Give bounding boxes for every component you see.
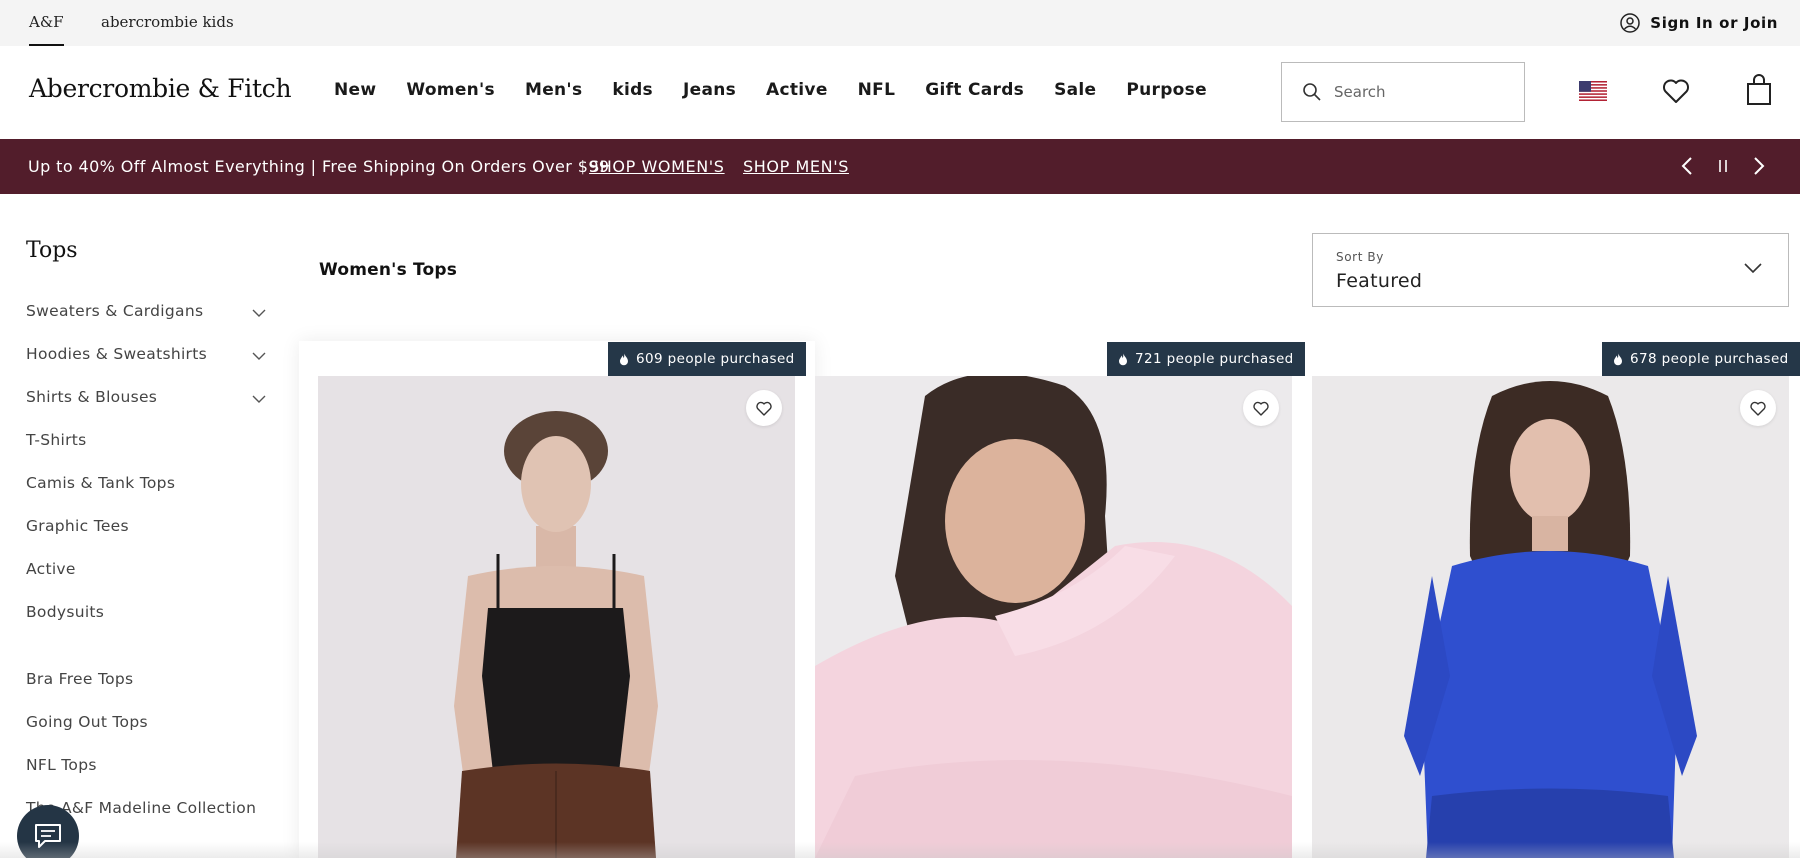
shopping-bag-icon[interactable] <box>1746 74 1772 106</box>
page-title: Women's Tops <box>319 260 458 280</box>
sort-dropdown[interactable]: Sort By Featured <box>1312 233 1789 307</box>
sidebar-title: Tops <box>26 238 78 263</box>
us-flag-icon[interactable] <box>1579 81 1607 101</box>
shop-womens-link[interactable]: SHOP WOMEN'S <box>589 157 725 176</box>
chat-button[interactable] <box>17 805 79 858</box>
nav-jeans[interactable]: Jeans <box>683 80 736 100</box>
nav-new[interactable]: New <box>334 80 376 100</box>
search-box[interactable] <box>1281 62 1525 122</box>
main-header: Abercrombie & Fitch New Women's Men's ki… <box>0 46 1800 139</box>
chevron-left-icon[interactable] <box>1680 155 1694 177</box>
category-label: Sweaters & Cardigans <box>26 302 204 320</box>
chevron-right-icon[interactable] <box>1752 155 1766 177</box>
purchase-count: 678 people purchased <box>1630 351 1789 367</box>
chevron-down-icon <box>1744 263 1762 274</box>
shop-mens-link[interactable]: SHOP MEN'S <box>743 157 849 176</box>
sign-in-label: Sign In or Join <box>1650 14 1778 32</box>
sign-in-button[interactable]: Sign In or Join <box>1620 11 1778 35</box>
main-nav: New Women's Men's kids Jeans Active NFL … <box>334 80 1207 100</box>
flame-icon <box>1119 353 1127 365</box>
promo-banner: Up to 40% Off Almost Everything | Free S… <box>0 139 1800 194</box>
sort-value: Featured <box>1336 270 1423 292</box>
nav-womens[interactable]: Women's <box>406 80 495 100</box>
wishlist-button[interactable] <box>746 390 782 426</box>
chat-icon <box>35 824 61 848</box>
nav-active[interactable]: Active <box>766 80 828 100</box>
product-card[interactable] <box>1312 376 1789 858</box>
nav-mens[interactable]: Men's <box>525 80 582 100</box>
category-hoodies-sweatshirts[interactable]: Hoodies & Sweatshirts <box>26 345 266 388</box>
category-bodysuits[interactable]: Bodysuits <box>26 603 266 646</box>
search-input[interactable] <box>1334 83 1504 101</box>
tab-af[interactable]: A&F <box>29 0 64 46</box>
category-graphic-tees[interactable]: Graphic Tees <box>26 517 266 560</box>
category-label: Hoodies & Sweatshirts <box>26 345 207 363</box>
nav-gift-cards[interactable]: Gift Cards <box>925 80 1024 100</box>
wishlist-button[interactable] <box>1740 390 1776 426</box>
product-photo-pink-top[interactable] <box>815 376 1292 858</box>
sort-label: Sort By <box>1336 250 1384 264</box>
nav-sale[interactable]: Sale <box>1054 80 1096 100</box>
chevron-down-icon[interactable] <box>252 349 266 363</box>
category-list: Sweaters & Cardigans Hoodies & Sweatshir… <box>26 302 266 842</box>
nav-kids[interactable]: kids <box>612 80 653 100</box>
product-photo-blue-tee[interactable] <box>1312 376 1789 858</box>
user-icon <box>1620 13 1641 33</box>
category-active[interactable]: Active <box>26 560 266 603</box>
pause-icon[interactable] <box>1716 155 1730 177</box>
heart-icon <box>756 401 772 416</box>
search-icon <box>1303 83 1321 101</box>
category-shirts-blouses[interactable]: Shirts & Blouses <box>26 388 266 431</box>
purchase-count: 609 people purchased <box>636 351 795 367</box>
heart-icon[interactable] <box>1662 78 1690 104</box>
product-photo-black-cami[interactable] <box>318 376 795 858</box>
purchase-badge: 721 people purchased <box>1107 342 1305 376</box>
heart-icon <box>1253 401 1269 416</box>
purchase-badge: 609 people purchased <box>608 342 806 376</box>
flame-icon <box>1614 353 1622 365</box>
category-camis-tank-tops[interactable]: Camis & Tank Tops <box>26 474 266 517</box>
tab-abercrombie-kids[interactable]: abercrombie kids <box>101 0 234 46</box>
category-going-out-tops[interactable]: Going Out Tops <box>26 713 266 756</box>
brand-logo[interactable]: Abercrombie & Fitch <box>29 74 292 103</box>
heart-icon <box>1750 401 1766 416</box>
chevron-down-icon[interactable] <box>252 306 266 320</box>
category-sweaters-cardigans[interactable]: Sweaters & Cardigans <box>26 302 266 345</box>
category-bra-free-tops[interactable]: Bra Free Tops <box>26 670 266 713</box>
category-label: Shirts & Blouses <box>26 388 158 406</box>
promo-text: Up to 40% Off Almost Everything | Free S… <box>28 157 610 176</box>
chevron-down-icon[interactable] <box>252 392 266 406</box>
nav-nfl[interactable]: NFL <box>858 80 896 100</box>
category-t-shirts[interactable]: T-Shirts <box>26 431 266 474</box>
wishlist-button[interactable] <box>1243 390 1279 426</box>
product-card[interactable] <box>815 376 1292 858</box>
purchase-badge: 678 people purchased <box>1602 342 1800 376</box>
category-nfl-tops[interactable]: NFL Tops <box>26 756 266 799</box>
purchase-count: 721 people purchased <box>1135 351 1294 367</box>
nav-purpose[interactable]: Purpose <box>1126 80 1207 100</box>
utility-bar: A&F abercrombie kids Sign In or Join <box>0 0 1800 46</box>
product-card[interactable] <box>318 376 795 858</box>
flame-icon <box>620 353 628 365</box>
